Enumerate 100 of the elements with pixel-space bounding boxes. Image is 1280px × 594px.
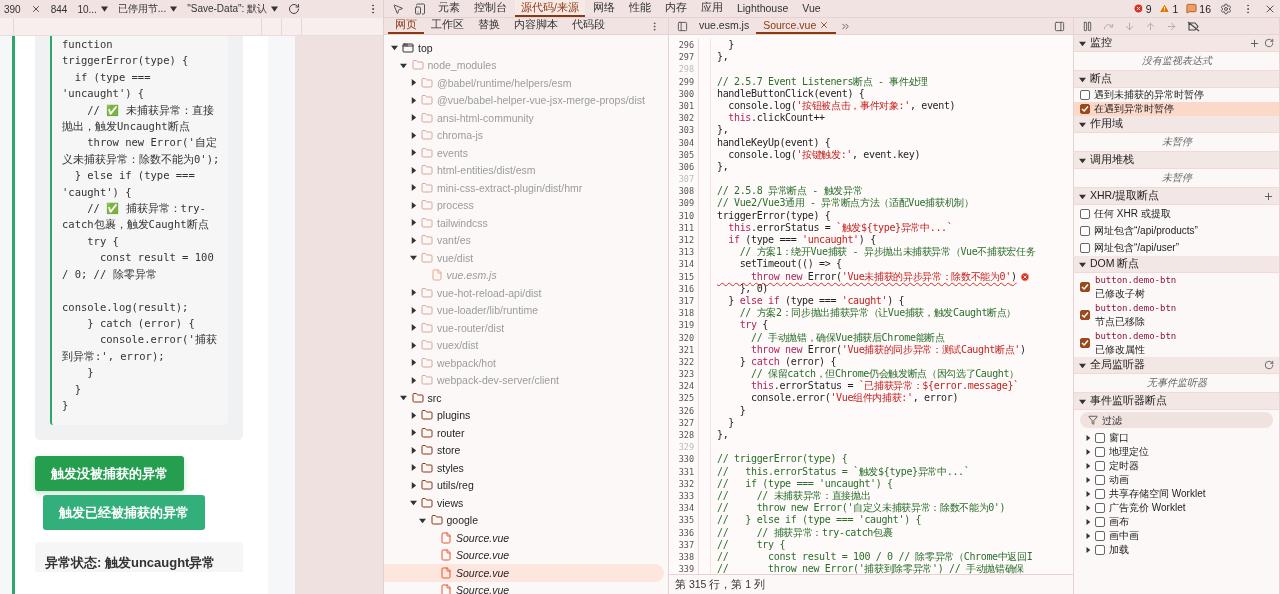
close-icon[interactable] [819, 20, 830, 30]
navigator-tab[interactable]: 内容脚本 [507, 18, 565, 34]
checkbox[interactable] [1080, 104, 1090, 114]
caret-icon[interactable] [409, 306, 417, 314]
message-count[interactable]: 16 [1183, 0, 1214, 17]
tree-item[interactable]: top [384, 39, 664, 57]
toggle-navigator-icon[interactable] [677, 20, 688, 32]
toggle-debugger-icon[interactable] [1054, 20, 1065, 32]
caret-icon[interactable] [409, 446, 417, 454]
tree-item[interactable]: src [384, 389, 664, 407]
caret-icon[interactable] [409, 254, 417, 262]
caret-icon[interactable] [1085, 435, 1091, 441]
caret-icon[interactable] [1079, 397, 1086, 405]
caret-icon[interactable] [409, 96, 417, 104]
breakpoint-row[interactable]: 网址包含“/api/user” [1074, 239, 1279, 256]
caret-icon[interactable] [409, 289, 417, 297]
checkbox[interactable] [1095, 531, 1105, 541]
tree-item[interactable]: store [384, 441, 664, 459]
tree-item[interactable]: styles [384, 459, 664, 477]
pause-icon[interactable] [1082, 20, 1093, 32]
caret-icon[interactable] [1085, 547, 1091, 553]
caret-icon[interactable] [400, 394, 407, 402]
tree-item[interactable]: plugins [384, 406, 664, 424]
refresh-icon[interactable] [1264, 360, 1274, 370]
add-icon[interactable] [1263, 190, 1274, 202]
caret-icon[interactable] [390, 44, 398, 52]
panel-tab[interactable]: 元素 [432, 0, 466, 17]
tree-item[interactable]: views [384, 494, 664, 512]
caret-icon[interactable] [1079, 156, 1086, 164]
panel-tab[interactable]: 应用 [694, 0, 729, 17]
panel-tab[interactable]: 性能 [622, 0, 657, 17]
file-tab[interactable]: vue.esm.js [692, 18, 757, 34]
caret-icon[interactable] [1085, 449, 1091, 455]
checkbox[interactable] [1095, 447, 1105, 457]
caret-icon[interactable] [409, 359, 417, 367]
caret-icon[interactable] [1085, 533, 1091, 539]
section-header[interactable]: 作用域 [1074, 116, 1279, 133]
caret-icon[interactable] [419, 516, 426, 524]
caret-icon[interactable] [1079, 75, 1086, 83]
checkbox[interactable] [1095, 517, 1105, 527]
section-header[interactable]: 全局监听器 [1074, 357, 1279, 374]
caret-icon[interactable] [1085, 519, 1091, 525]
section-header[interactable]: 监控 [1074, 35, 1279, 52]
checkbox[interactable] [1095, 489, 1105, 499]
checkbox[interactable] [1080, 338, 1090, 348]
save-data-dropdown[interactable]: "Save-Data": 默认 [187, 2, 279, 16]
caret-icon[interactable] [409, 464, 417, 472]
checkbox[interactable] [1080, 282, 1090, 292]
section-header[interactable]: 断点 [1074, 71, 1279, 88]
caret-icon[interactable] [1085, 463, 1091, 469]
panel-tab[interactable]: 控制台 [468, 0, 513, 17]
caret-icon[interactable] [409, 481, 417, 489]
caret-icon[interactable] [409, 114, 417, 122]
caret-icon[interactable] [409, 79, 417, 87]
caret-icon[interactable] [409, 184, 417, 192]
caret-icon[interactable] [409, 376, 417, 384]
caret-icon[interactable] [409, 499, 417, 507]
caret-icon[interactable] [1085, 505, 1091, 511]
height-value[interactable]: 844 [50, 3, 68, 15]
panel-tab[interactable]: Vue [796, 0, 827, 17]
section-header[interactable]: 事件监听器断点 [1074, 393, 1279, 410]
caret-icon[interactable] [409, 131, 417, 139]
tree-item[interactable]: Source.vue [384, 564, 664, 582]
checkbox[interactable] [1095, 503, 1105, 513]
breakpoint-row[interactable]: 网址包含“/api/products” [1074, 222, 1279, 239]
caret-icon[interactable] [1085, 491, 1091, 497]
caret-icon[interactable] [1079, 361, 1086, 369]
checkbox[interactable] [1080, 208, 1090, 219]
caret-icon[interactable] [409, 201, 417, 209]
tree-item[interactable]: router [384, 424, 664, 442]
zoom-dropdown[interactable]: 10... [77, 3, 108, 15]
throttling-dropdown[interactable]: 已停用节... [117, 2, 178, 16]
width-value[interactable]: 390 [4, 3, 21, 15]
rotate-icon[interactable] [288, 3, 301, 15]
panel-tab[interactable]: 源代码/来源 [515, 0, 585, 17]
settings-icon[interactable] [1220, 2, 1232, 15]
checkbox[interactable] [1095, 461, 1105, 471]
device-toolbar-icon[interactable] [414, 2, 426, 15]
section-header[interactable]: 调用堆栈 [1074, 152, 1279, 169]
caret-icon[interactable] [409, 166, 417, 174]
breakpoint-row[interactable]: 遇到未捕获的异常时暂停 [1074, 88, 1279, 102]
checkbox[interactable] [1080, 90, 1090, 100]
checkbox[interactable] [1080, 225, 1090, 236]
breakpoint-row[interactable]: 在遇到异常时暂停 [1074, 102, 1279, 116]
navigator-tab[interactable]: 代码段 [565, 18, 612, 34]
panel-tab[interactable]: 内存 [658, 0, 693, 17]
navigator-tab[interactable]: 工作区 [424, 18, 471, 34]
caret-icon[interactable] [409, 219, 417, 227]
navigator-tab[interactable]: 替换 [471, 18, 507, 34]
panel-tab[interactable]: 网络 [586, 0, 621, 17]
caret-icon[interactable] [400, 61, 407, 69]
checkbox[interactable] [1095, 433, 1105, 443]
error-count[interactable]: 9 [1129, 0, 1155, 17]
caret-icon[interactable] [409, 341, 417, 349]
caret-icon[interactable] [409, 411, 417, 419]
caret-icon[interactable] [1085, 477, 1091, 483]
caret-icon[interactable] [1079, 120, 1086, 128]
deactivate-breakpoints-icon[interactable] [1187, 20, 1200, 32]
checkbox[interactable] [1080, 310, 1090, 320]
panel-tab[interactable]: Lighthouse [730, 0, 795, 17]
